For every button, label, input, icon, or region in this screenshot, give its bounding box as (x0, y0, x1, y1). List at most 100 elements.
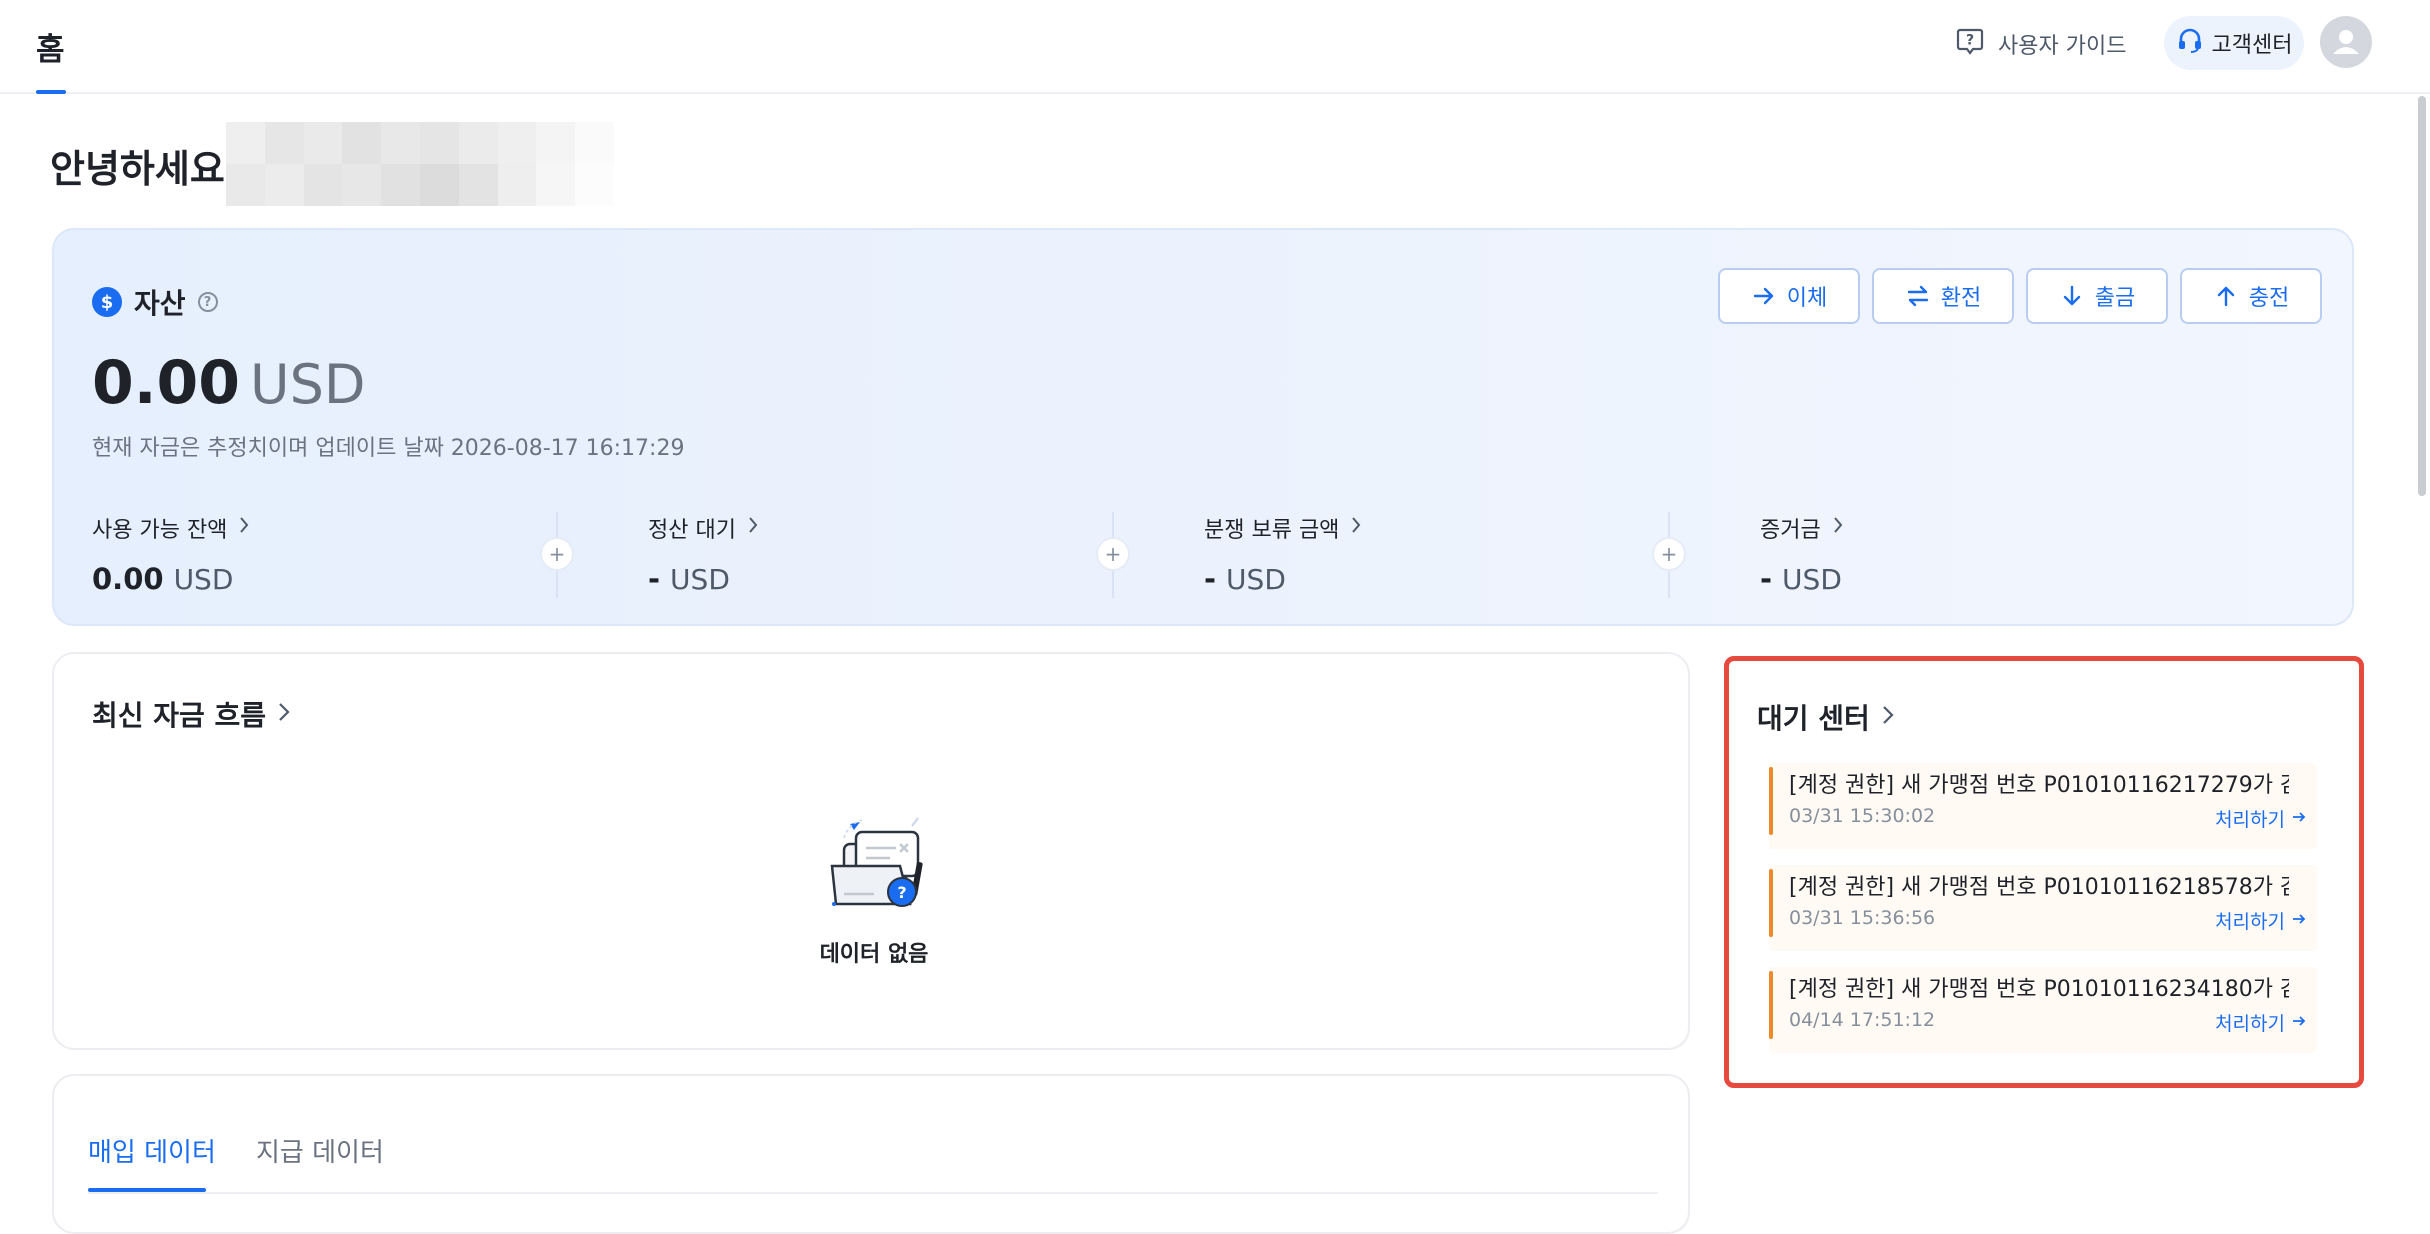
tab-home-indicator (36, 90, 66, 94)
metric-deposit-margin: 증거금 - USD (1760, 512, 2180, 596)
metric-unit: USD (670, 563, 730, 596)
process-task-link[interactable]: 처리하기 (2215, 1009, 2307, 1036)
chevron-right-icon (276, 698, 292, 731)
help-bubble-icon: ? (1954, 25, 1986, 63)
user-guide-label: 사용자 가이드 (1998, 34, 2127, 59)
metric-unit: USD (1226, 563, 1286, 596)
task-text: [계정 권한] 새 가맹점 번호 P01010116218578가 감... (1789, 875, 2289, 900)
assets-title-row: $ 자산 ? (92, 282, 218, 322)
plus-icon: + (1654, 539, 1684, 569)
data-tabs: 매입 데이터 지급 데이터 (88, 1132, 1658, 1194)
transaction-data-card: 매입 데이터 지급 데이터 (52, 1074, 1690, 1234)
transfer-label: 이체 (1786, 286, 1828, 311)
cash-flow-title-link[interactable]: 최신 자금 흐름 (92, 694, 292, 734)
total-balance-amount: 0.00 (92, 348, 241, 418)
exchange-label: 환전 (1940, 286, 1982, 311)
chevron-right-icon (1880, 701, 1896, 734)
cash-flow-title: 최신 자금 흐름 (92, 699, 267, 732)
withdraw-label: 출금 (2094, 286, 2136, 311)
arrow-right-icon (2291, 910, 2307, 932)
metric-label-link[interactable]: 분쟁 보류 금액 (1204, 512, 1624, 544)
process-label: 처리하기 (2215, 809, 2285, 831)
transfer-button[interactable]: 이체 (1718, 268, 1860, 324)
metric-value: 0.00 (92, 562, 164, 596)
metric-unit: USD (1782, 563, 1842, 596)
redacted-username (226, 122, 614, 206)
dollar-icon: $ (92, 287, 122, 317)
arrow-up-icon (2217, 286, 2234, 307)
arrow-right-icon (2291, 808, 2307, 830)
task-time: 03/31 15:36:56 (1789, 907, 1936, 929)
tab-purchase-data[interactable]: 매입 데이터 (88, 1132, 216, 1169)
waiting-center-title-link[interactable]: 대기 센터 (1757, 697, 1896, 737)
deposit-label: 충전 (2248, 286, 2290, 311)
active-tab-indicator (88, 1188, 206, 1192)
metric-label: 증거금 (1760, 518, 1821, 543)
waiting-task-list: [계정 권한] 새 가맹점 번호 P01010116217279가 감... 0… (1769, 763, 2317, 1069)
headset-icon (2176, 26, 2204, 60)
process-label: 처리하기 (2215, 911, 2285, 933)
customer-center-button[interactable]: 고객센터 (2164, 16, 2304, 70)
task-time: 03/31 15:30:02 (1789, 805, 1936, 827)
balance-metrics: 사용 가능 잔액 0.00 USD + 정산 대기 - USD + 분쟁 보류 금액… (92, 512, 2322, 602)
metric-unit: USD (173, 563, 234, 596)
metric-label-link[interactable]: 정산 대기 (648, 512, 1068, 544)
assets-title: 자산 (134, 287, 186, 320)
empty-illustration: ? (814, 804, 934, 928)
metric-value: - (648, 562, 661, 596)
metric-pending-settlement: 정산 대기 - USD (648, 512, 1068, 596)
total-balance-currency: USD (250, 353, 366, 416)
deposit-button[interactable]: 충전 (2180, 268, 2322, 324)
empty-state-label: 데이터 없음 (819, 942, 929, 967)
metric-label: 사용 가능 잔액 (92, 518, 228, 543)
cash-flow-card: 최신 자금 흐름 ? 데이터 없음 (52, 652, 1690, 1050)
withdraw-button[interactable]: 출금 (2026, 268, 2168, 324)
metric-label-link[interactable]: 사용 가능 잔액 (92, 512, 512, 544)
plus-icon: + (542, 539, 572, 569)
user-guide-link[interactable]: ? 사용자 가이드 (1954, 24, 2126, 64)
list-item: [계정 권한] 새 가맹점 번호 P01010116218578가 감... 0… (1769, 865, 2317, 951)
assets-card: $ 자산 ? 이체 환전 출금 충전 0.00 USD 현재 자금은 추정치이며… (52, 228, 2354, 626)
chevron-right-icon (237, 515, 251, 541)
top-bar: 홈 ? 사용자 가이드 고객센터 (0, 0, 2430, 94)
task-text: [계정 권한] 새 가맹점 번호 P01010116234180가 감... (1789, 977, 2289, 1002)
list-item: [계정 권한] 새 가맹점 번호 P01010116217279가 감... 0… (1769, 763, 2317, 849)
page-scrollbar[interactable] (2418, 96, 2426, 496)
svg-text:?: ? (1966, 33, 1974, 49)
chevron-right-icon (1831, 515, 1845, 541)
process-label: 처리하기 (2215, 1013, 2285, 1035)
metric-dispute-hold: 분쟁 보류 금액 - USD (1204, 512, 1624, 596)
question-icon[interactable]: ? (197, 292, 218, 312)
waiting-center-title: 대기 센터 (1757, 702, 1870, 735)
total-balance: 0.00 USD (92, 348, 365, 418)
swap-arrows-icon (1907, 285, 1928, 307)
waiting-center-card: 대기 센터 [계정 권한] 새 가맹점 번호 P01010116217279가 … (1724, 656, 2364, 1088)
plus-icon: + (1098, 539, 1128, 569)
process-task-link[interactable]: 처리하기 (2215, 805, 2307, 832)
svg-text:?: ? (897, 883, 906, 902)
chevron-right-icon (1349, 515, 1363, 541)
list-item: [계정 권한] 새 가맹점 번호 P01010116234180가 감... 0… (1769, 967, 2317, 1053)
metric-label: 분쟁 보류 금액 (1204, 518, 1340, 543)
task-text: [계정 권한] 새 가맹점 번호 P01010116217279가 감... (1789, 773, 2289, 798)
user-icon (2333, 30, 2359, 54)
customer-center-label: 고객센터 (2211, 33, 2293, 58)
metric-value: - (1760, 562, 1773, 596)
asset-action-buttons: 이체 환전 출금 충전 (1718, 268, 2322, 324)
arrow-right-icon (1753, 287, 1773, 305)
metric-label-link[interactable]: 증거금 (1760, 512, 2180, 544)
arrow-right-icon (2291, 1012, 2307, 1034)
greeting-text: 안녕하세요, (50, 147, 240, 191)
exchange-button[interactable]: 환전 (1872, 268, 2014, 324)
arrow-down-icon (2063, 285, 2080, 306)
balance-update-note: 현재 자금은 추정치이며 업데이트 날짜 2026-08-17 16:17:29 (92, 436, 685, 461)
metric-label: 정산 대기 (648, 518, 736, 543)
tab-home[interactable]: 홈 (36, 24, 65, 69)
avatar[interactable] (2320, 16, 2372, 68)
chevron-right-icon (746, 515, 760, 541)
metric-value: - (1204, 562, 1217, 596)
metric-available-balance: 사용 가능 잔액 0.00 USD (92, 512, 512, 596)
task-time: 04/14 17:51:12 (1789, 1009, 1936, 1031)
tab-payout-data[interactable]: 지급 데이터 (256, 1132, 384, 1169)
process-task-link[interactable]: 처리하기 (2215, 907, 2307, 934)
